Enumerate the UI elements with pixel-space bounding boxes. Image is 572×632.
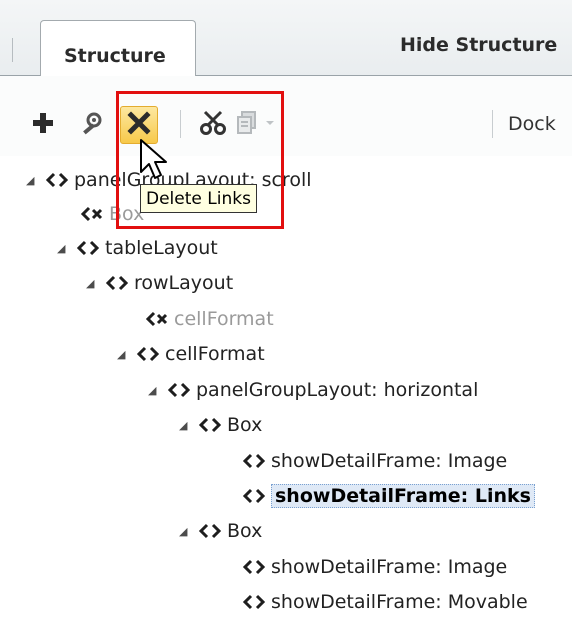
- tree-node-label: rowLayout: [134, 272, 234, 294]
- delete-x-icon[interactable]: [124, 108, 154, 138]
- mouse-pointer-icon: [139, 138, 167, 182]
- component-icon: [137, 346, 161, 362]
- component-icon: [106, 275, 130, 291]
- tree-node-label: cellFormat: [174, 308, 274, 330]
- component-icon: [243, 488, 267, 504]
- gear-wand-icon[interactable]: [78, 108, 108, 138]
- component-icon: [199, 417, 223, 433]
- expand-triangle-icon[interactable]: ◢: [179, 419, 193, 432]
- expand-triangle-icon[interactable]: ◢: [86, 277, 100, 290]
- tree-node[interactable]: ◢ cellFormat: [117, 337, 265, 371]
- tree-node-label: Box: [227, 414, 263, 436]
- component-icon: [168, 382, 192, 398]
- component-hidden-icon: [81, 206, 105, 222]
- copy-icon[interactable]: [232, 108, 262, 138]
- tab-separator: [12, 38, 13, 62]
- tree-node[interactable]: ◢ Box: [179, 408, 262, 442]
- tree-node[interactable]: ◢ tableLayout: [57, 231, 218, 265]
- tree-node-label: panelGroupLayout: horizontal: [196, 379, 479, 401]
- expand-triangle-icon[interactable]: ◢: [179, 525, 193, 538]
- component-icon: [77, 240, 101, 256]
- tree-node-label: showDetailFrame: Movable: [271, 591, 528, 613]
- tree-node-label: Box: [227, 520, 263, 542]
- expand-triangle-icon[interactable]: ◢: [26, 174, 40, 187]
- tree-node[interactable]: ◢ rowLayout: [86, 266, 233, 300]
- tree-node[interactable]: ◢ panelGroupLayout: horizontal: [148, 373, 478, 407]
- tooltip: Delete Links: [140, 184, 257, 213]
- toolbar-separator: [180, 110, 181, 138]
- component-icon: [199, 523, 223, 539]
- tree-node[interactable]: showDetailFrame: Image: [243, 444, 507, 478]
- plus-icon[interactable]: [28, 108, 58, 138]
- tree-node[interactable]: cellFormat: [146, 302, 274, 336]
- tree-node-label: showDetailFrame: Image: [271, 450, 508, 472]
- component-icon: [243, 453, 267, 469]
- tree-node-label: tableLayout: [105, 237, 218, 259]
- tree-node[interactable]: showDetailFrame: Image: [243, 550, 507, 584]
- scissors-icon[interactable]: [198, 108, 228, 138]
- expand-triangle-icon[interactable]: ◢: [117, 348, 131, 361]
- tab-structure-label: Structure: [64, 45, 166, 67]
- component-icon: [243, 559, 267, 575]
- tree-node[interactable]: ◢ Box: [179, 514, 262, 548]
- toolbar-separator: [492, 110, 493, 138]
- expand-triangle-icon[interactable]: ◢: [57, 242, 71, 255]
- tree-node-label: showDetailFrame: Links: [271, 484, 535, 508]
- component-icon: [243, 594, 267, 610]
- tab-structure[interactable]: Structure: [40, 20, 196, 76]
- tree-node[interactable]: Box: [81, 197, 144, 231]
- tree-node-label: cellFormat: [165, 343, 265, 365]
- tree-node-label: showDetailFrame: Image: [271, 556, 508, 578]
- tree-node-selected[interactable]: showDetailFrame: Links: [243, 479, 535, 513]
- component-icon: [46, 172, 70, 188]
- tab-bar: Structure Hide Structure: [0, 0, 572, 76]
- chevron-down-icon[interactable]: [262, 108, 278, 138]
- expand-triangle-icon[interactable]: ◢: [148, 384, 162, 397]
- component-hidden-icon: [146, 311, 170, 327]
- hide-structure-button[interactable]: Hide Structure: [400, 34, 557, 56]
- dock-button[interactable]: Dock: [508, 113, 556, 135]
- tree-node[interactable]: showDetailFrame: Movable: [243, 585, 528, 619]
